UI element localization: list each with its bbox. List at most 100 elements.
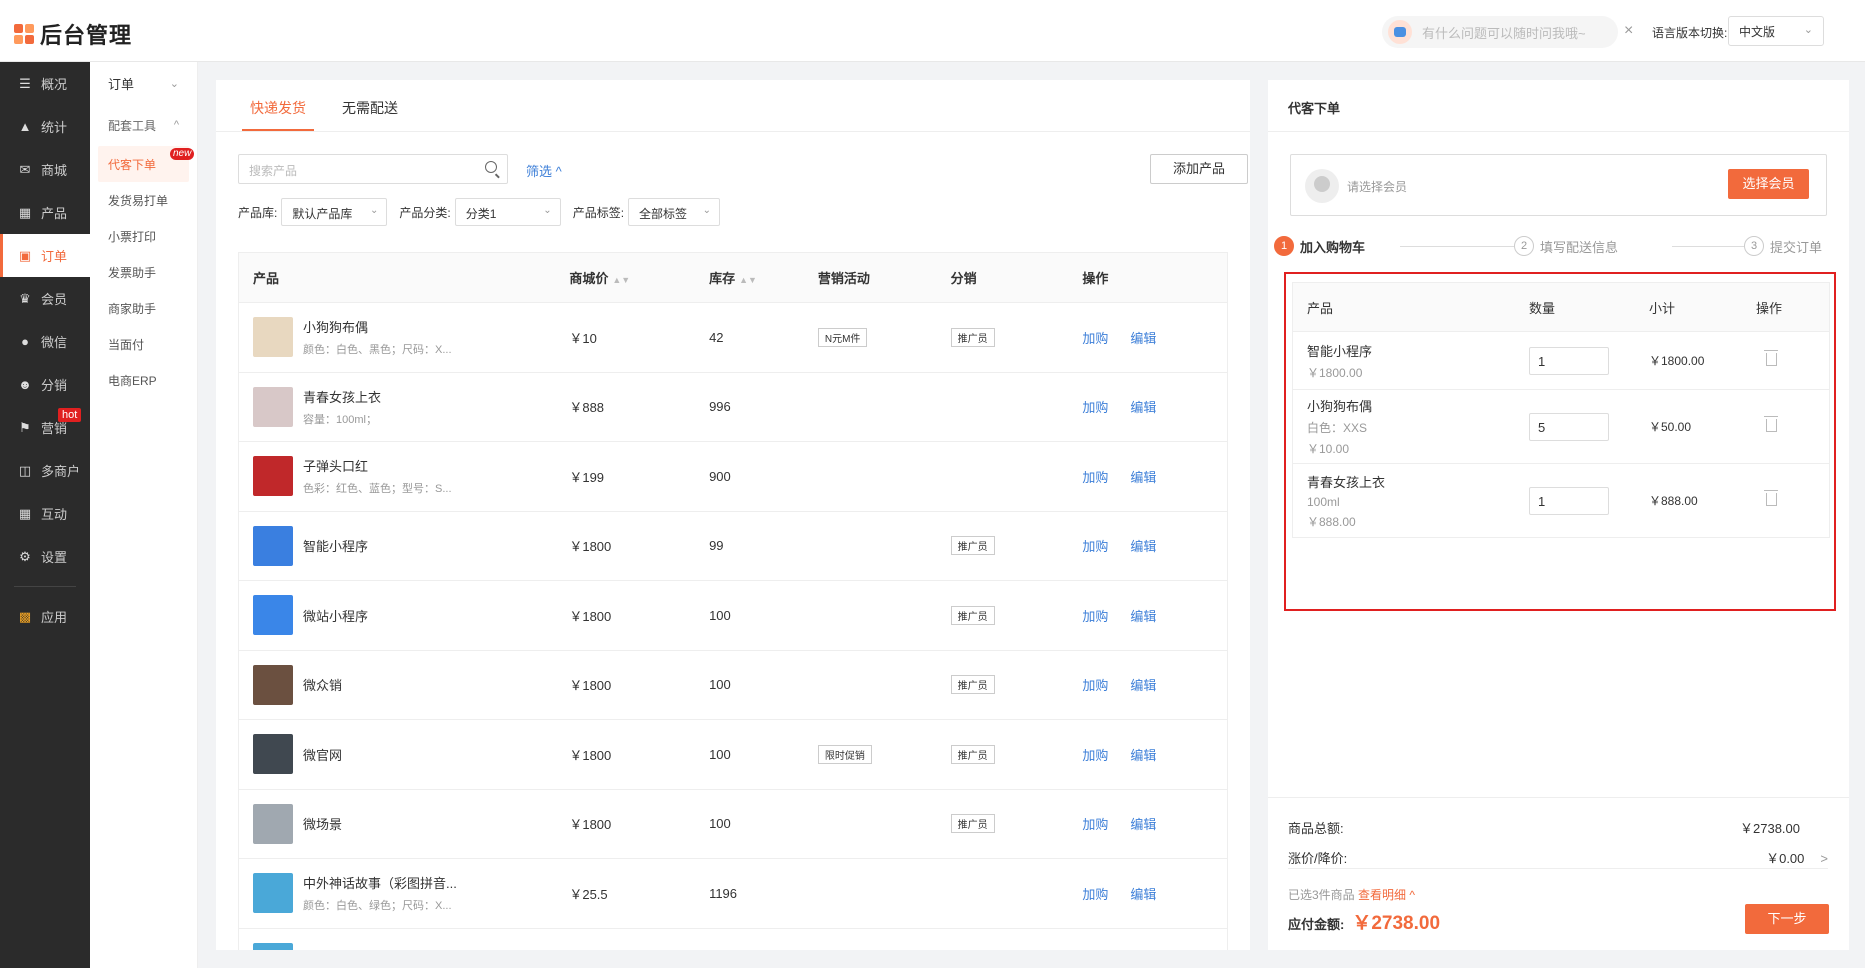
tab-express[interactable]: 快递发货 [232, 80, 324, 131]
library-select[interactable]: 默认产品库 ⌄ [281, 198, 388, 226]
product-operations: 加购 编辑 [1082, 675, 1227, 694]
product-name[interactable]: 微官网 [303, 745, 342, 764]
product-name[interactable]: 微站小程序 [303, 606, 368, 625]
cart-qty-cell: 1 [1529, 346, 1649, 375]
robot-icon [1388, 20, 1412, 44]
order-icon: ▣ [18, 247, 32, 263]
flag-icon: ⚑ [19, 419, 31, 435]
sidebar-item-apps[interactable]: ▩ 应用 [0, 595, 90, 638]
add-to-cart-link[interactable]: 加购 [1082, 678, 1108, 693]
product-attributes: 色彩：红色、蓝色；型号：S... [303, 483, 452, 496]
subnav-item-face-pay[interactable]: 当面付 [90, 326, 197, 362]
cart-product-spec: 100ml [1307, 494, 1340, 509]
product-thumbnail [253, 803, 293, 844]
edit-product-link[interactable]: 编辑 [1130, 817, 1156, 832]
sort-icon[interactable]: ▲▼ [612, 275, 630, 285]
product-search-input[interactable]: 搜索产品 [238, 154, 508, 184]
sidebar-item-stats[interactable]: ▲ 统计 [0, 105, 90, 148]
edit-product-link[interactable]: 编辑 [1130, 331, 1156, 346]
sidebar-item-overview[interactable]: ☰ 概况 [0, 62, 90, 105]
product-stock: 100 [709, 816, 731, 832]
sidebar-item-merchants[interactable]: ◫ 多商户 [0, 449, 90, 492]
tag-select[interactable]: 全部标签 ⌄ [628, 198, 721, 226]
search-icon[interactable] [485, 161, 497, 173]
edit-product-link[interactable]: 编辑 [1130, 748, 1156, 763]
table-row: 智能小程序 ￥1800 99 推广员 加购 编辑 [239, 512, 1227, 581]
add-to-cart-link[interactable]: 加购 [1082, 887, 1108, 902]
sidebar-item-orders[interactable]: ▣ 订单 [0, 234, 90, 277]
price-adjust-row[interactable]: 涨价/降价: ￥0.00 > [1288, 848, 1828, 867]
subnav-item-merchant-helper[interactable]: 商家助手 [90, 290, 197, 326]
sidebar-item-interaction[interactable]: ▦ 互动 [0, 492, 90, 535]
product-name[interactable]: 微众销 [303, 675, 342, 694]
cart-table-header: 产品 数量 小计 操作 [1293, 283, 1829, 331]
close-icon[interactable]: × [1624, 22, 1633, 40]
trash-icon[interactable] [1764, 415, 1778, 432]
logo-icon [14, 24, 34, 44]
cart-product-spec: 白色：XXS [1307, 421, 1368, 435]
subnav-item-agent-order[interactable]: 代客下单 new [98, 146, 195, 182]
quantity-input[interactable]: 1 [1529, 346, 1609, 375]
product-name[interactable]: 小狗狗布偶 [303, 317, 452, 336]
product-name[interactable]: 青春女孩上衣 [303, 387, 381, 406]
sidebar-item-products[interactable]: ▦ 产品 [0, 191, 90, 234]
view-detail-link[interactable]: 查看明细 ^ [1358, 888, 1415, 902]
sort-icon[interactable]: ▲▼ [739, 275, 757, 285]
step-label: 加入购物车 [1300, 239, 1366, 255]
trash-icon[interactable] [1764, 489, 1778, 506]
product-operations: 加购 编辑 [1082, 536, 1227, 555]
tab-no-delivery[interactable]: 无需配送 [324, 80, 416, 131]
trash-icon[interactable] [1764, 349, 1778, 366]
distribution-tag: 推广员 [950, 327, 995, 347]
step-cart: 1 加入购物车 [1274, 236, 1372, 256]
edit-product-link[interactable]: 编辑 [1130, 470, 1156, 485]
choose-member-button[interactable]: 选择会员 [1728, 169, 1809, 199]
edit-product-link[interactable]: 编辑 [1130, 400, 1156, 415]
edit-product-link[interactable]: 编辑 [1130, 678, 1156, 693]
product-name[interactable]: 中外神话故事（彩图拼音... [303, 873, 457, 892]
mail-icon: ✉ [19, 161, 31, 177]
cart-qty-cell: 1 [1529, 486, 1649, 515]
language-select[interactable]: 中文版 ⌄ [1728, 16, 1824, 46]
add-to-cart-link[interactable]: 加购 [1082, 817, 1108, 832]
subnav-tools-group[interactable]: 配套工具 ^ [90, 104, 197, 146]
add-product-button[interactable]: 添加产品 [1150, 154, 1248, 184]
category-select[interactable]: 分类1 ⌄ [454, 198, 561, 226]
quantity-input[interactable]: 5 [1529, 412, 1609, 441]
add-to-cart-link[interactable]: 加购 [1082, 400, 1108, 415]
product-name[interactable]: 微场景 [303, 814, 342, 833]
add-to-cart-link[interactable]: 加购 [1082, 748, 1108, 763]
sidebar-item-marketing[interactable]: ⚑ 营销 hot [0, 406, 90, 449]
quantity-input[interactable]: 1 [1529, 486, 1609, 515]
add-to-cart-link[interactable]: 加购 [1082, 539, 1108, 554]
price-adjust-label: 涨价/降价: [1288, 851, 1348, 866]
add-to-cart-link[interactable]: 加购 [1082, 331, 1108, 346]
next-step-button[interactable]: 下一步 [1745, 904, 1829, 934]
subnav-item-receipt-print[interactable]: 小票打印 [90, 218, 197, 254]
subnav-order-group[interactable]: 订单 ⌄ [90, 62, 197, 104]
sidebar-item-distribution[interactable]: ☻ 分销 [0, 363, 90, 406]
edit-product-link[interactable]: 编辑 [1130, 539, 1156, 554]
edit-product-link[interactable]: 编辑 [1130, 887, 1156, 902]
assistant-search-input[interactable]: 有什么问题可以随时问我哦~ [1382, 16, 1618, 48]
hot-badge: hot [58, 408, 82, 422]
filter-toggle[interactable]: 筛选 ^ [526, 161, 562, 180]
sidebar-item-settings[interactable]: ⚙ 设置 [0, 535, 90, 578]
col-stock[interactable]: 库存 ▲▼ [709, 268, 818, 287]
product-name[interactable]: 子弹头口红 [303, 456, 452, 475]
sidebar-item-members[interactable]: ♛ 会员 [0, 277, 90, 320]
table-row: 微官网 ￥1800 100 限时促销 推广员 加购 编辑 [239, 720, 1227, 790]
add-to-cart-link[interactable]: 加购 [1082, 470, 1108, 485]
subnav-item-invoice[interactable]: 发票助手 [90, 254, 197, 290]
edit-product-link[interactable]: 编辑 [1130, 609, 1156, 624]
add-to-cart-link[interactable]: 加购 [1082, 609, 1108, 624]
sidebar-item-mall[interactable]: ✉ 商城 [0, 148, 90, 191]
step-label: 提交订单 [1770, 239, 1823, 255]
member-selector[interactable]: 请选择会员 选择会员 [1290, 154, 1827, 216]
sidebar-item-wechat[interactable]: ● 微信 [0, 320, 90, 363]
product-name[interactable]: 智能小程序 [303, 536, 368, 555]
subnav-item-shipping-print[interactable]: 发货易打单 [90, 182, 197, 218]
col-price[interactable]: 商城价 ▲▼ [569, 268, 709, 287]
subnav-item-erp[interactable]: 电商ERP [90, 362, 197, 398]
logo[interactable]: 后台管理 [14, 18, 132, 50]
